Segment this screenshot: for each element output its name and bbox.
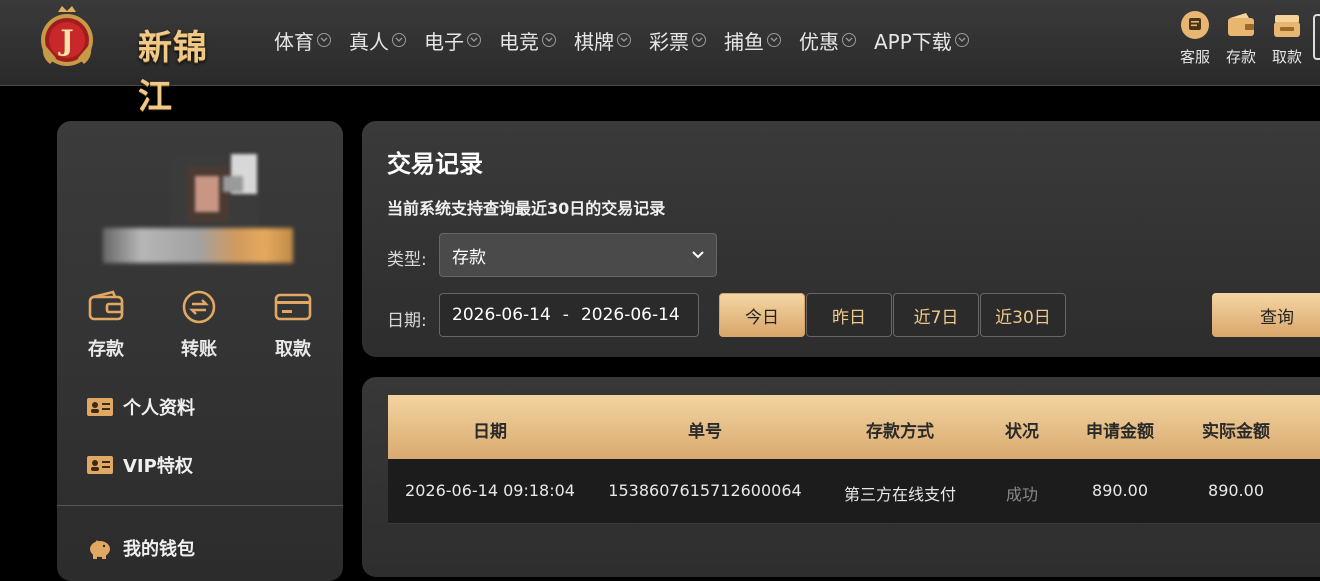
table-header: 日期 单号 存款方式 状况 申请金额 实际金额 (388, 395, 1320, 459)
id-card-icon (87, 456, 113, 474)
type-label: 类型: (387, 250, 427, 270)
nav-item-sports[interactable]: 体育 (274, 27, 331, 54)
logo-shield-icon: J (41, 6, 93, 66)
transaction-filter-panel: 交易记录 当前系统支持查询最近30日的交易记录 类型: 存款 日期: 2026-… (362, 121, 1320, 357)
wallet-icon (88, 290, 124, 321)
nav-item-lottery[interactable]: 彩票 (649, 27, 706, 54)
column-header-order-id: 单号 (688, 422, 722, 442)
nav-item-slots[interactable]: 电子 (424, 27, 481, 54)
chevron-down-icon (542, 33, 556, 47)
menu-label: VIP特权 (123, 456, 193, 477)
transaction-table-panel: 日期 单号 存款方式 状况 申请金额 实际金额 2026-06-14 09:18… (362, 377, 1320, 577)
column-header-date: 日期 (473, 422, 507, 442)
cell-status: 成功 (1005, 485, 1039, 504)
date-range-picker[interactable]: 2026-06-14 - 2026-06-14 (439, 293, 699, 337)
query-button[interactable]: 查询 (1212, 293, 1320, 337)
quick-action-label: 存款 (88, 339, 124, 360)
transfer-icon (182, 290, 216, 324)
date-end: 2026-06-14 (580, 305, 680, 325)
customer-service-button[interactable]: 客服 (1175, 10, 1215, 67)
chat-icon (1181, 11, 1209, 39)
chevron-down-icon (954, 33, 969, 47)
cell-date: 2026-06-14 09:18:04 (405, 481, 575, 500)
tool-label: 存款 (1225, 48, 1256, 66)
id-card-icon (87, 398, 113, 416)
nav-label: 彩票 (649, 29, 689, 54)
menu-label: 个人资料 (123, 398, 195, 419)
main-nav: 体育 真人 电子 电竞 棋牌 彩票 捕鱼 优惠 APP下载 (274, 27, 987, 54)
sidebar-transfer-button[interactable]: 转账 (169, 289, 229, 361)
sidebar-item-my-wallet[interactable]: 我的钱包 (87, 533, 195, 563)
transaction-table: 日期 单号 存款方式 状况 申请金额 实际金额 2026-06-14 09:18… (388, 395, 1320, 524)
chevron-down-icon (692, 33, 706, 47)
page-title: 交易记录 (387, 150, 483, 178)
nav-label: APP下载 (874, 29, 952, 54)
brand-logo[interactable]: J 新锦江 (36, 4, 242, 117)
nav-item-cards[interactable]: 棋牌 (574, 27, 631, 54)
user-avatar (169, 154, 259, 232)
account-sidebar: 存款 转账 取款 个人资料 VIP特权 我的钱包 (57, 121, 343, 581)
top-navigation-bar: J 新锦江 体育 真人 电子 电竞 棋牌 彩票 捕鱼 优惠 APP下载 客服 存… (0, 0, 1320, 117)
piggy-bank-icon (90, 540, 110, 559)
cell-order-id: 1538607615712600064 (608, 481, 802, 500)
nav-label: 棋牌 (574, 29, 614, 54)
column-header-status: 状况 (1005, 422, 1039, 442)
range-yesterday-button[interactable]: 昨日 (806, 293, 892, 337)
range-today-button[interactable]: 今日 (719, 293, 805, 337)
sidebar-deposit-button[interactable]: 存款 (76, 289, 136, 361)
chevron-down-icon (617, 33, 631, 47)
date-start: 2026-06-14 (452, 305, 551, 325)
date-label: 日期: (387, 311, 427, 331)
page-subtitle: 当前系统支持查询最近30日的交易记录 (387, 199, 666, 218)
column-header-requested-amount: 申请金额 (1086, 422, 1154, 442)
column-header-actual-amount: 实际金额 (1202, 422, 1270, 442)
nav-label: 真人 (349, 29, 389, 54)
column-header-method: 存款方式 (866, 422, 934, 442)
nav-item-promotions[interactable]: 优惠 (799, 27, 856, 54)
cell-requested-amount: 890.00 (1092, 481, 1148, 500)
nav-item-esports[interactable]: 电竞 (499, 27, 556, 54)
nav-label: 体育 (274, 29, 314, 54)
phone-icon[interactable] (1313, 14, 1320, 60)
brand-name: 新锦江 (138, 28, 208, 117)
type-select[interactable]: 存款 (439, 233, 717, 277)
tool-label: 客服 (1179, 48, 1210, 66)
header-withdraw-button[interactable]: 取款 (1267, 10, 1307, 67)
chevron-down-icon (842, 33, 856, 47)
nav-label: 电竞 (499, 29, 539, 54)
nav-item-app-download[interactable]: APP下载 (874, 27, 969, 54)
svg-text:J: J (57, 24, 73, 57)
nav-item-fishing[interactable]: 捕鱼 (724, 27, 781, 54)
range-7days-button[interactable]: 近7日 (893, 293, 979, 337)
sidebar-withdraw-button[interactable]: 取款 (263, 289, 323, 361)
sidebar-item-profile[interactable]: 个人资料 (87, 392, 195, 422)
nav-label: 捕鱼 (724, 29, 764, 54)
nav-label: 电子 (424, 29, 464, 54)
menu-label: 我的钱包 (123, 539, 195, 560)
sidebar-divider (57, 505, 343, 506)
wallet-icon (1228, 13, 1254, 36)
nav-item-live[interactable]: 真人 (349, 27, 406, 54)
header-deposit-button[interactable]: 存款 (1221, 10, 1261, 67)
sidebar-item-vip[interactable]: VIP特权 (87, 450, 193, 480)
cell-method: 第三方在线支付 (843, 485, 957, 504)
table-row[interactable]: 2026-06-14 09:18:04 1538607615712600064 … (388, 459, 1320, 524)
card-icon (274, 293, 312, 321)
quick-action-label: 转账 (181, 339, 217, 360)
date-separator: - (562, 305, 569, 325)
nav-label: 优惠 (799, 29, 839, 54)
cash-icon (1274, 15, 1300, 37)
tool-label: 取款 (1271, 48, 1302, 66)
chevron-down-icon (317, 33, 331, 47)
chevron-down-icon (392, 33, 406, 47)
range-30days-button[interactable]: 近30日 (980, 293, 1066, 337)
username-redacted (103, 228, 293, 263)
chevron-down-icon (767, 33, 781, 47)
chevron-down-icon (467, 33, 481, 47)
type-select-value: 存款 (452, 247, 486, 268)
cell-actual-amount: 890.00 (1208, 481, 1264, 500)
quick-action-label: 取款 (275, 339, 311, 360)
chevron-down-icon (692, 251, 704, 259)
